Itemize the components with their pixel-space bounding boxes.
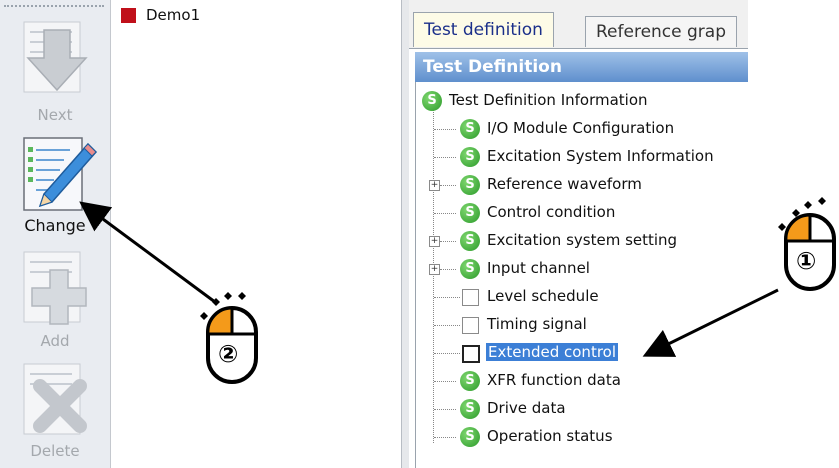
step-2-label: ② [218,340,239,368]
pointer-arrow-to-extended-control [642,288,779,357]
mouse-click-icon-step1: ① [772,193,836,295]
mouse-click-icon-step2: ② [194,288,258,388]
annotation-overlay [79,201,779,357]
step-1-label: ① [796,247,817,275]
